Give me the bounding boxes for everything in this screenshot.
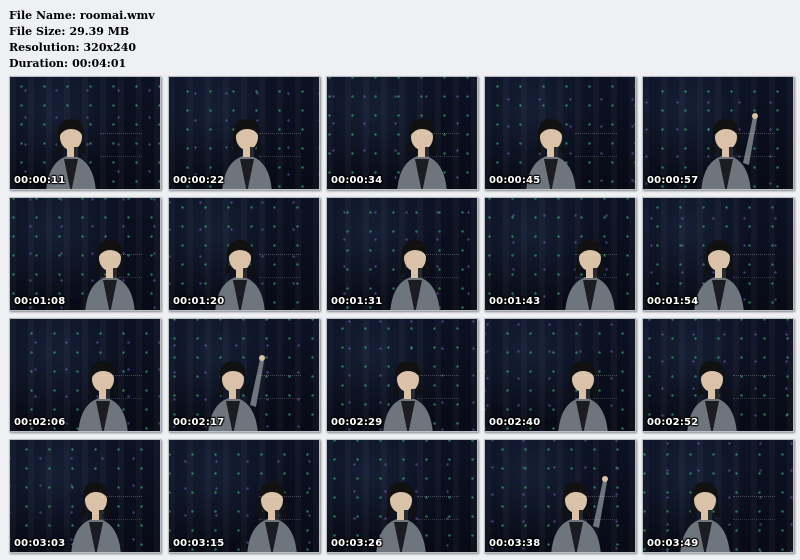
thumbnail-timestamp: 00:02:52 [647, 417, 699, 428]
thumbnail-timestamp: 00:01:54 [647, 296, 699, 307]
thumbnail-timestamp: 00:01:08 [14, 296, 66, 307]
resolution-row: Resolution: 320x240 [9, 40, 155, 56]
thumbnail[interactable]: 00:01:43 [484, 197, 636, 311]
thumbnail[interactable]: 00:02:17 [168, 318, 320, 432]
watermark [733, 133, 775, 157]
thumbnail-timestamp: 00:00:45 [489, 175, 541, 186]
thumbnail[interactable]: 00:01:20 [168, 197, 320, 311]
thumbnail-timestamp: 00:01:43 [489, 296, 541, 307]
watermark [575, 496, 617, 520]
thumbnail[interactable]: 00:01:08 [9, 197, 161, 311]
watermark [100, 133, 142, 157]
watermark [733, 254, 775, 278]
watermark [259, 254, 301, 278]
watermark [100, 254, 142, 278]
thumbnail[interactable]: 00:03:15 [168, 439, 320, 553]
thumbnail[interactable]: 00:00:22 [168, 76, 320, 190]
watermark [259, 496, 301, 520]
thumbnail-timestamp: 00:00:22 [173, 175, 225, 186]
duration-label: Duration: [9, 57, 69, 70]
thumbnail[interactable]: 00:02:06 [9, 318, 161, 432]
thumbnail[interactable]: 00:00:57 [642, 76, 794, 190]
thumbnail[interactable]: 00:03:49 [642, 439, 794, 553]
file-size-row: File Size: 29.39 MB [9, 24, 155, 40]
thumbnail-timestamp: 00:00:57 [647, 175, 699, 186]
thumbnail-timestamp: 00:01:31 [331, 296, 383, 307]
watermark [259, 133, 301, 157]
thumbnail[interactable]: 00:00:34 [326, 76, 478, 190]
watermark [417, 496, 459, 520]
file-name-value: roomai.wmv [79, 9, 155, 22]
watermark [417, 133, 459, 157]
thumbnail-timestamp: 00:03:03 [14, 538, 66, 549]
watermark [417, 375, 459, 399]
thumbnail-timestamp: 00:03:26 [331, 538, 383, 549]
file-name-label: File Name: [9, 9, 76, 22]
watermark [417, 254, 459, 278]
thumbnail-timestamp: 00:02:40 [489, 417, 541, 428]
thumbnail[interactable]: 00:02:29 [326, 318, 478, 432]
thumbnail[interactable]: 00:02:40 [484, 318, 636, 432]
thumbnail[interactable]: 00:01:31 [326, 197, 478, 311]
watermark [733, 496, 775, 520]
thumbnail-timestamp: 00:02:29 [331, 417, 383, 428]
watermark [733, 375, 775, 399]
duration-row: Duration: 00:04:01 [9, 56, 155, 72]
thumbnail[interactable]: 00:02:52 [642, 318, 794, 432]
file-size-label: File Size: [9, 25, 66, 38]
file-size-value: 29.39 MB [69, 25, 130, 38]
thumbnail[interactable]: 00:03:26 [326, 439, 478, 553]
watermark [575, 254, 617, 278]
thumbnail[interactable]: 00:03:38 [484, 439, 636, 553]
duration-value: 00:04:01 [72, 57, 127, 70]
thumbnail[interactable]: 00:01:54 [642, 197, 794, 311]
resolution-value: 320x240 [83, 41, 136, 54]
thumbnail-timestamp: 00:03:49 [647, 538, 699, 549]
thumbnail-timestamp: 00:02:17 [173, 417, 225, 428]
thumbnail[interactable]: 00:00:45 [484, 76, 636, 190]
watermark [100, 375, 142, 399]
thumbnail-timestamp: 00:02:06 [14, 417, 66, 428]
thumbnail-timestamp: 00:01:20 [173, 296, 225, 307]
thumbnail-timestamp: 00:00:34 [331, 175, 383, 186]
thumbnail[interactable]: 00:00:11 [9, 76, 161, 190]
file-info: File Name: roomai.wmv File Size: 29.39 M… [9, 8, 155, 72]
thumbnail[interactable]: 00:03:03 [9, 439, 161, 553]
watermark [259, 375, 301, 399]
file-name-row: File Name: roomai.wmv [9, 8, 155, 24]
thumbnail-timestamp: 00:03:15 [173, 538, 225, 549]
resolution-label: Resolution: [9, 41, 80, 54]
watermark [100, 496, 142, 520]
watermark [575, 133, 617, 157]
watermark [575, 375, 617, 399]
thumbnail-timestamp: 00:03:38 [489, 538, 541, 549]
thumbnail-timestamp: 00:00:11 [14, 175, 66, 186]
